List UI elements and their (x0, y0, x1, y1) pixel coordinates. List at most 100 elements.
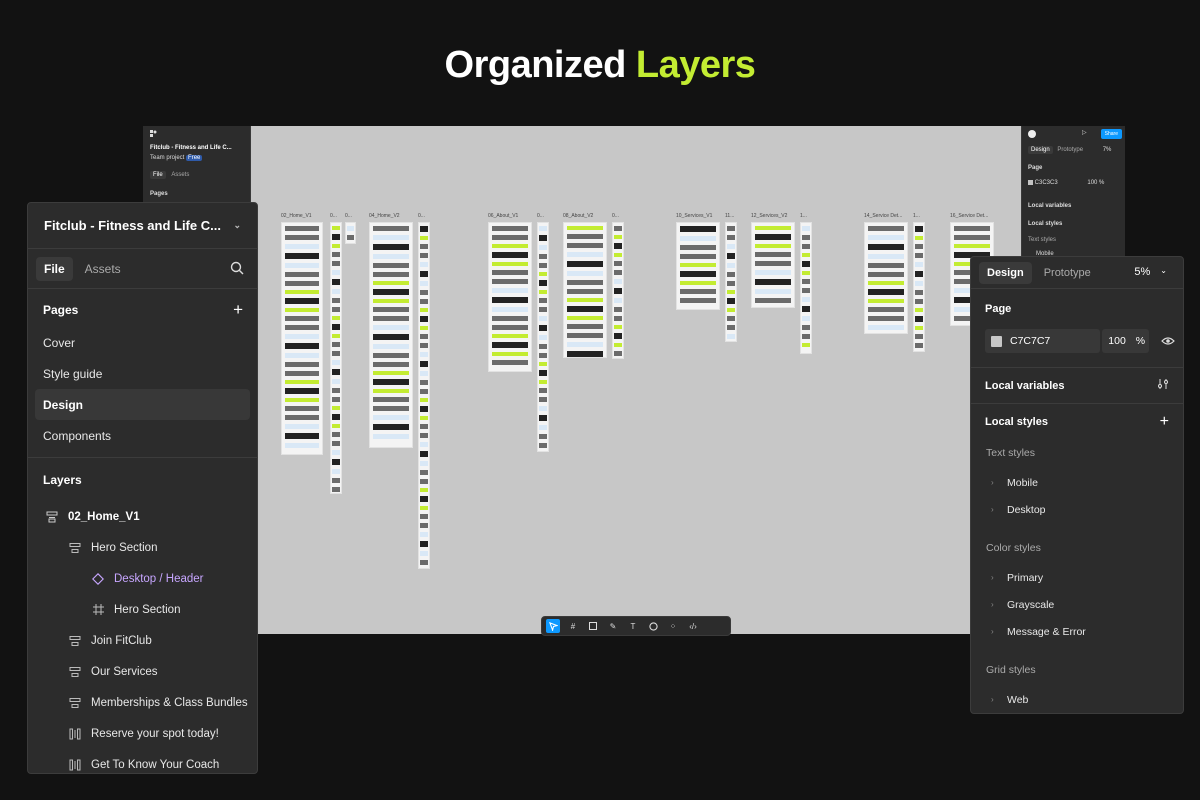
zoom-chevron-down-icon[interactable]: ⌄ (1160, 266, 1167, 278)
frame-label[interactable]: 06_About_V1 (488, 213, 518, 219)
local-variables[interactable]: Local variables (985, 380, 1065, 392)
layer-row[interactable]: Desktop / Header (28, 563, 257, 594)
chevron-right-icon[interactable]: › (991, 478, 1007, 487)
canvas-frame[interactable] (864, 222, 908, 334)
frame-label[interactable]: 14_Service Det... (864, 213, 902, 219)
canvas-frame[interactable] (563, 222, 607, 358)
variables-adjust-icon[interactable] (1157, 378, 1169, 393)
eye-icon[interactable] (1161, 336, 1175, 346)
zoom-level[interactable]: 5% (1134, 266, 1150, 278)
add-page-plus-icon[interactable]: + (233, 300, 243, 320)
layer-row[interactable]: Hero Section (28, 594, 257, 625)
page-item-style-guide[interactable]: Style guide (35, 358, 250, 389)
frame-label[interactable]: 08_About_V2 (563, 213, 593, 219)
layer-row[interactable]: Join FitClub (28, 625, 257, 656)
frame-label[interactable]: 1... (800, 213, 807, 219)
text-tool-icon[interactable]: T (626, 619, 640, 633)
tab-prototype[interactable]: Prototype (1036, 262, 1099, 284)
canvas-frame[interactable] (330, 222, 342, 494)
frame-label[interactable]: 0... (418, 213, 425, 219)
move-tool-icon[interactable] (546, 619, 560, 633)
canvas-frame[interactable] (345, 222, 356, 244)
chevron-right-icon[interactable]: › (991, 505, 1007, 514)
frame-label[interactable]: 16_Service Det... (950, 213, 988, 219)
page-item-components[interactable]: Components (35, 420, 250, 451)
page-color-swatch[interactable] (991, 335, 1002, 347)
frame-label[interactable]: 0... (612, 213, 619, 219)
page-item-design[interactable]: Design (35, 389, 250, 420)
shape-tool-icon[interactable] (586, 619, 600, 633)
figma-menu-icon[interactable] (150, 130, 160, 140)
layer-row[interactable]: Memberships & Class Bundles (28, 687, 257, 718)
canvas-frame[interactable] (537, 222, 549, 452)
add-style-plus-icon[interactable]: + (1160, 413, 1169, 431)
canvas-frame[interactable] (612, 222, 624, 359)
frame-content-block (680, 226, 716, 232)
chevron-right-icon[interactable]: › (991, 695, 1007, 704)
tab-file[interactable]: File (36, 256, 73, 281)
share-button[interactable]: Share (1100, 129, 1122, 139)
frame-label[interactable]: 10_Services_V1 (676, 213, 712, 219)
style-item[interactable]: › Primary (971, 564, 1183, 591)
canvas-frame[interactable] (281, 222, 323, 455)
bg-local-variables[interactable]: Local variables (1028, 203, 1071, 209)
chevron-right-icon[interactable]: › (991, 573, 1007, 582)
search-icon[interactable] (230, 261, 244, 278)
design-canvas[interactable]: 02_Home_V1 0... 0... 04_Home_V2 0... 06_About… (251, 126, 1021, 634)
bg-user-avatar[interactable] (1028, 130, 1036, 140)
tab-design[interactable]: Design (979, 261, 1032, 284)
style-item[interactable]: › Grayscale (971, 591, 1183, 618)
canvas-frame[interactable] (418, 222, 430, 569)
style-item[interactable]: › Message & Error (971, 618, 1183, 645)
bg-tab-file[interactable]: File (150, 171, 166, 179)
canvas-frame[interactable] (488, 222, 532, 372)
frame-content-block (801, 306, 811, 312)
layer-row[interactable]: Reserve your spot today! (28, 718, 257, 749)
bg-local-styles[interactable]: Local styles (1028, 221, 1062, 227)
frame-label[interactable]: 0... (330, 213, 337, 219)
canvas-frame[interactable] (751, 222, 795, 308)
dev-mode-icon[interactable]: ‹/› (686, 619, 700, 633)
frame-label[interactable]: 0... (537, 213, 544, 219)
style-item[interactable]: › Mobile (971, 469, 1183, 496)
bg-tab-prototype[interactable]: Prototype (1057, 147, 1083, 153)
frame-label[interactable]: 04_Home_V2 (369, 213, 400, 219)
bg-page-hex[interactable]: C3C3C3 (1035, 180, 1058, 186)
canvas-frame[interactable] (725, 222, 737, 342)
chevron-down-icon[interactable]: ⌄ (233, 220, 241, 231)
style-item[interactable]: › Desktop (971, 496, 1183, 523)
pen-tool-icon[interactable]: ✎ (606, 619, 620, 633)
canvas-frame[interactable] (676, 222, 720, 310)
frame-content-block (538, 235, 548, 241)
chevron-right-icon[interactable]: › (991, 627, 1007, 636)
page-color-hex[interactable]: C7C7C7 (1010, 335, 1050, 347)
chevron-right-icon[interactable]: › (991, 600, 1007, 609)
bg-page-opacity[interactable]: 100 (1087, 180, 1097, 186)
frame-label[interactable]: 02_Home_V1 (281, 213, 312, 219)
canvas-frame[interactable] (913, 222, 925, 352)
bg-tab-assets[interactable]: Assets (171, 172, 189, 178)
play-icon[interactable]: ▷ (1082, 129, 1087, 136)
bg-page-swatch[interactable] (1028, 180, 1033, 185)
page-color-opacity[interactable]: 100 (1108, 335, 1126, 347)
bg-tab-design[interactable]: Design (1028, 146, 1053, 154)
frame-tool-icon[interactable]: # (566, 619, 580, 633)
actions-tool-icon[interactable]: ⁘ (666, 619, 680, 633)
frame-label[interactable]: 12_Services_V2 (751, 213, 787, 219)
comment-tool-icon[interactable] (646, 619, 660, 633)
frame-content-block (680, 236, 716, 241)
layer-row[interactable]: Our Services (28, 656, 257, 687)
frame-label[interactable]: 1... (913, 213, 920, 219)
layer-row[interactable]: Get To Know Your Coach (28, 749, 257, 780)
layer-row[interactable]: Hero Section (28, 532, 257, 563)
layer-row[interactable]: 02_Home_V1 (28, 501, 257, 532)
canvas-frame[interactable] (369, 222, 413, 448)
page-item-cover[interactable]: Cover (35, 327, 250, 358)
bg-zoom[interactable]: 7% (1103, 147, 1112, 153)
file-title[interactable]: Fitclub - Fitness and Life C... (44, 218, 221, 233)
canvas-frame[interactable] (800, 222, 812, 354)
frame-label[interactable]: 11... (725, 213, 734, 219)
frame-label[interactable]: 0... (345, 213, 352, 219)
style-item[interactable]: › Web (971, 686, 1183, 713)
tab-assets[interactable]: Assets (77, 257, 129, 281)
